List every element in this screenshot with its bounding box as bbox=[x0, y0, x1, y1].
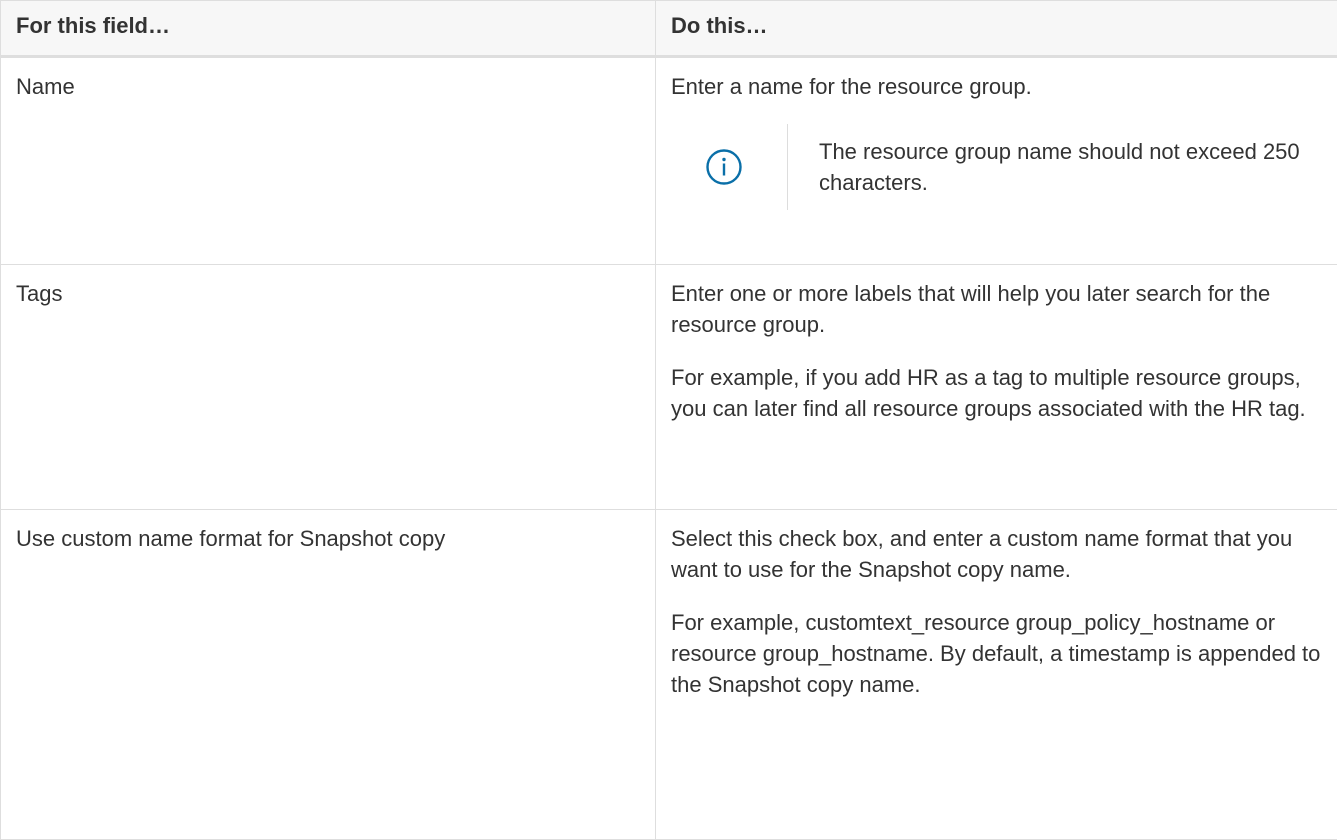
do-cell-custom-name-format: Select this check box, and enter a custo… bbox=[656, 510, 1337, 840]
field-cell-name: Name bbox=[1, 57, 656, 265]
field-description-table: For this field… Do this… Name Enter a na… bbox=[0, 0, 1337, 840]
table-row: Name Enter a name for the resource group… bbox=[1, 57, 1337, 265]
field-cell-custom-name-format: Use custom name format for Snapshot copy bbox=[1, 510, 656, 840]
description-paragraph: Enter a name for the resource group. bbox=[671, 71, 1322, 102]
description-paragraph: Select this check box, and enter a custo… bbox=[671, 523, 1322, 585]
info-icon bbox=[705, 148, 743, 186]
note-icon-container bbox=[671, 124, 787, 210]
note-text: The resource group name should not excee… bbox=[788, 124, 1322, 210]
description-paragraph: For example, if you add HR as a tag to m… bbox=[671, 362, 1322, 424]
do-cell-name: Enter a name for the resource group. The bbox=[656, 57, 1337, 265]
description-paragraph: For example, customtext_resource group_p… bbox=[671, 607, 1322, 700]
table-header-row: For this field… Do this… bbox=[1, 1, 1337, 57]
table-row: Use custom name format for Snapshot copy… bbox=[1, 510, 1337, 840]
header-field: For this field… bbox=[1, 1, 656, 57]
description-paragraph: Enter one or more labels that will help … bbox=[671, 278, 1322, 340]
table-row: Tags Enter one or more labels that will … bbox=[1, 265, 1337, 510]
field-cell-tags: Tags bbox=[1, 265, 656, 510]
do-cell-tags: Enter one or more labels that will help … bbox=[656, 265, 1337, 510]
header-do: Do this… bbox=[656, 1, 1337, 57]
note-callout: The resource group name should not excee… bbox=[671, 124, 1322, 210]
